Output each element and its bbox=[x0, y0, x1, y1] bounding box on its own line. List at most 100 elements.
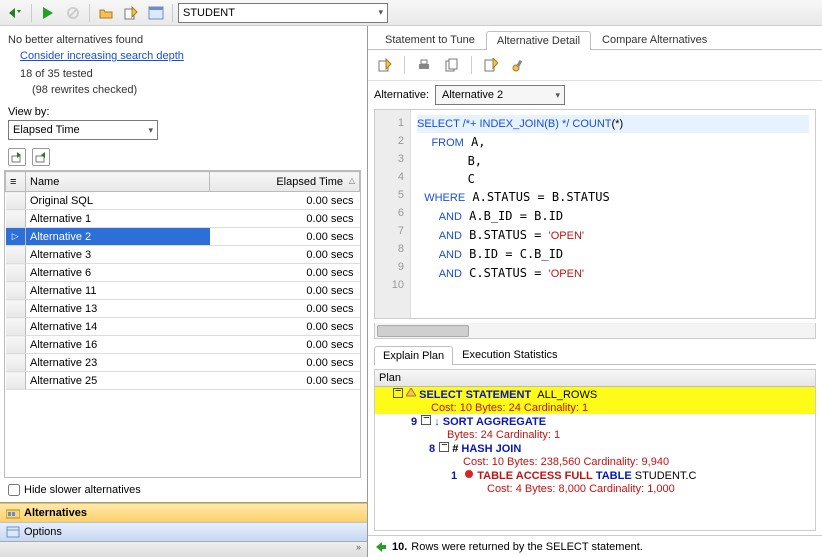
cell-name: Alternative 1 bbox=[26, 210, 210, 228]
open-folder-icon[interactable] bbox=[95, 2, 117, 24]
cell-elapsed: 0.00 secs bbox=[210, 282, 360, 300]
run-icon[interactable] bbox=[37, 2, 59, 24]
edit-icon[interactable] bbox=[120, 2, 142, 24]
sql-code[interactable]: SELECT /*+ INDEX_JOIN(B) */ COUNT(*) FRO… bbox=[411, 110, 815, 318]
plan-node[interactable]: SELECT STATEMENT ALL_ROWS bbox=[375, 387, 815, 402]
separator bbox=[89, 4, 90, 22]
cell-elapsed: 0.00 secs bbox=[210, 264, 360, 282]
refresh-icon[interactable] bbox=[32, 148, 50, 166]
row-indicator bbox=[6, 318, 26, 336]
row-indicator: ▷ bbox=[6, 228, 26, 246]
sql-window-icon[interactable] bbox=[145, 2, 167, 24]
cell-name: Alternative 25 bbox=[26, 372, 210, 390]
nav-bar: Alternatives Options » bbox=[0, 502, 367, 557]
row-indicator bbox=[6, 300, 26, 318]
row-indicator bbox=[6, 210, 26, 228]
horizontal-scrollbar[interactable] bbox=[374, 323, 816, 339]
cell-name: Alternative 6 bbox=[26, 264, 210, 282]
plan-cost: Cost: 4 Bytes: 8,000 Cardinality: 1,000 bbox=[375, 483, 815, 495]
table-row[interactable]: Alternative 140.00 secs bbox=[6, 318, 360, 336]
nav-expand-icon[interactable]: » bbox=[0, 541, 367, 557]
viewby-label: View by: bbox=[8, 106, 359, 118]
tab-statement[interactable]: Statement to Tune bbox=[374, 30, 486, 49]
nav-alternatives[interactable]: Alternatives bbox=[0, 503, 367, 522]
cell-elapsed: 0.00 secs bbox=[210, 246, 360, 264]
tab-explain-plan[interactable]: Explain Plan bbox=[374, 346, 453, 365]
viewby-select[interactable]: Elapsed Time bbox=[8, 120, 158, 140]
rewrites-text: (98 rewrites checked) bbox=[8, 84, 359, 96]
status-run-icon bbox=[374, 541, 388, 553]
nav-options-label: Options bbox=[24, 526, 62, 538]
alternatives-grid[interactable]: ≡ Name Elapsed Time Original SQL0.00 sec… bbox=[4, 170, 361, 478]
col-elapsed[interactable]: Elapsed Time bbox=[210, 172, 360, 192]
rowhdr-col[interactable]: ≡ bbox=[6, 172, 26, 192]
collapse-icon[interactable] bbox=[439, 442, 449, 452]
edit-sql-icon[interactable] bbox=[374, 54, 396, 76]
tab-exec-stats[interactable]: Execution Statistics bbox=[453, 345, 566, 364]
status-count: 10. bbox=[392, 541, 407, 553]
row-indicator bbox=[6, 354, 26, 372]
separator bbox=[172, 4, 173, 22]
export-icon[interactable] bbox=[8, 148, 26, 166]
stop-icon bbox=[62, 2, 84, 24]
right-pane: Statement to Tune Alternative Detail Com… bbox=[368, 26, 822, 557]
cell-elapsed: 0.00 secs bbox=[210, 192, 360, 210]
nav-options[interactable]: Options bbox=[0, 522, 367, 541]
cell-name: Alternative 11 bbox=[26, 282, 210, 300]
plan-cost: Cost: 10 Bytes: 238,560 Cardinality: 9,9… bbox=[375, 456, 815, 468]
cell-elapsed: 0.00 secs bbox=[210, 318, 360, 336]
cell-name: Alternative 3 bbox=[26, 246, 210, 264]
copy-icon[interactable] bbox=[441, 54, 463, 76]
table-row[interactable]: Alternative 30.00 secs bbox=[6, 246, 360, 264]
sql-editor[interactable]: 12345678910 SELECT /*+ INDEX_JOIN(B) */ … bbox=[374, 109, 816, 319]
plan-node[interactable]: 1 TABLE ACCESS FULL TABLE STUDENT.C bbox=[375, 468, 815, 483]
cell-elapsed: 0.00 secs bbox=[210, 336, 360, 354]
back-dropdown-icon[interactable] bbox=[4, 2, 26, 24]
format-icon[interactable] bbox=[480, 54, 502, 76]
table-row[interactable]: Alternative 250.00 secs bbox=[6, 372, 360, 390]
alternative-label: Alternative: bbox=[374, 89, 429, 101]
cell-name: Alternative 2 bbox=[26, 228, 210, 246]
row-indicator bbox=[6, 372, 26, 390]
cell-name: Alternative 23 bbox=[26, 354, 210, 372]
print-icon[interactable] bbox=[413, 54, 435, 76]
cell-name: Alternative 14 bbox=[26, 318, 210, 336]
table-row[interactable]: Alternative 230.00 secs bbox=[6, 354, 360, 372]
cell-elapsed: 0.00 secs bbox=[210, 354, 360, 372]
status-bar: 10. Rows were returned by the SELECT sta… bbox=[368, 535, 822, 557]
cell-elapsed: 0.00 secs bbox=[210, 228, 360, 246]
tab-alternative-detail[interactable]: Alternative Detail bbox=[486, 31, 591, 50]
tuning-icon[interactable] bbox=[508, 54, 530, 76]
left-pane: No better alternatives found Consider in… bbox=[0, 26, 368, 557]
table-row[interactable]: Alternative 130.00 secs bbox=[6, 300, 360, 318]
separator bbox=[31, 4, 32, 22]
row-indicator bbox=[6, 336, 26, 354]
table-row[interactable]: Alternative 60.00 secs bbox=[6, 264, 360, 282]
row-indicator bbox=[6, 192, 26, 210]
table-row[interactable]: ▷Alternative 20.00 secs bbox=[6, 228, 360, 246]
tab-compare[interactable]: Compare Alternatives bbox=[591, 30, 718, 49]
suggestion-link[interactable]: Consider increasing search depth bbox=[8, 50, 359, 62]
row-indicator bbox=[6, 264, 26, 282]
plan-node[interactable]: 8 # HASH JOIN bbox=[375, 441, 815, 456]
cell-elapsed: 0.00 secs bbox=[210, 210, 360, 228]
options-nav-icon bbox=[6, 526, 20, 538]
collapse-icon[interactable] bbox=[393, 388, 403, 398]
table-row[interactable]: Alternative 10.00 secs bbox=[6, 210, 360, 228]
collapse-icon[interactable] bbox=[421, 415, 431, 425]
col-name[interactable]: Name bbox=[26, 172, 210, 192]
hide-slower-checkbox[interactable] bbox=[8, 484, 20, 496]
explain-plan-tree[interactable]: Plan SELECT STATEMENT ALL_ROWS Cost: 10 … bbox=[374, 369, 816, 531]
alternative-select[interactable]: Alternative 2 bbox=[435, 85, 565, 105]
plan-tabs: Explain Plan Execution Statistics bbox=[374, 345, 816, 365]
line-gutter: 12345678910 bbox=[375, 110, 411, 318]
table-row[interactable]: Alternative 160.00 secs bbox=[6, 336, 360, 354]
schema-combo[interactable]: STUDENT bbox=[178, 3, 388, 23]
alternative-select-value: Alternative 2 bbox=[442, 89, 503, 101]
separator bbox=[404, 56, 405, 74]
table-row[interactable]: Alternative 110.00 secs bbox=[6, 282, 360, 300]
table-row[interactable]: Original SQL0.00 secs bbox=[6, 192, 360, 210]
hide-slower-label: Hide slower alternatives bbox=[24, 484, 141, 496]
row-indicator bbox=[6, 282, 26, 300]
plan-node[interactable]: 9 ↓ SORT AGGREGATE bbox=[375, 414, 815, 429]
